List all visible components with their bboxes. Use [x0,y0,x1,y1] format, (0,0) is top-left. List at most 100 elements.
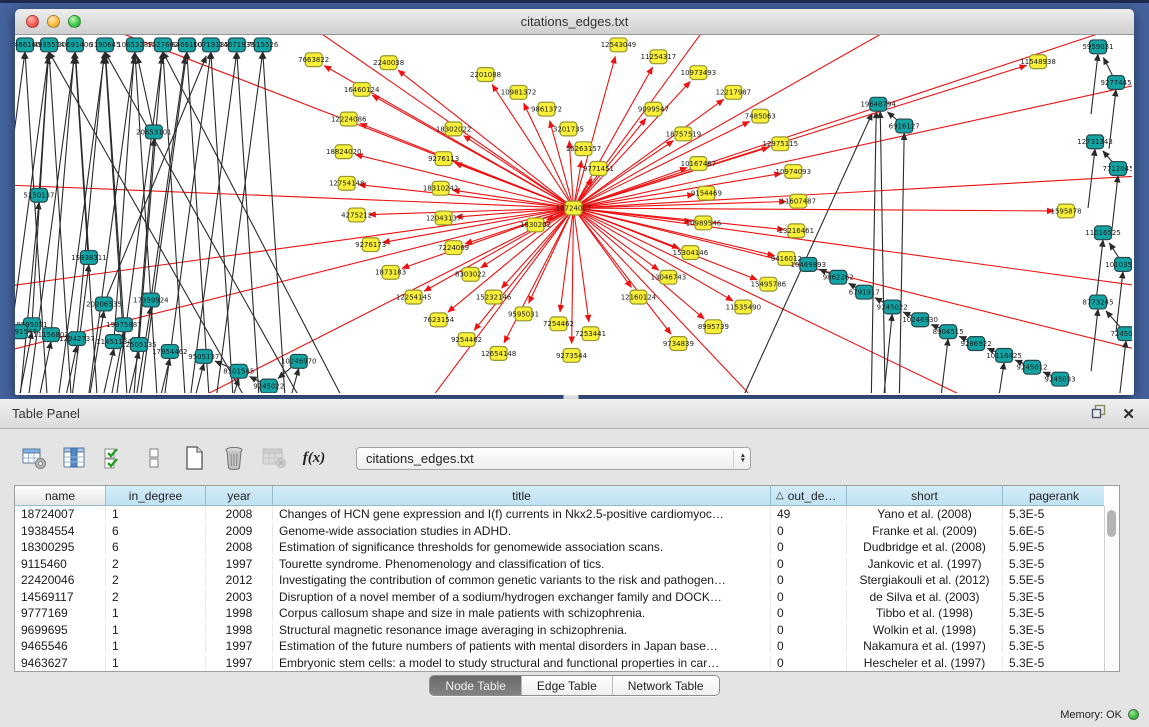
network-canvas[interactable]: 1872400722400381646012412224086188240201… [15,35,1132,393]
graph-node[interactable]: 1595878 [1051,204,1082,218]
graph-node[interactable]: 9505137 [188,349,219,363]
zoom-window-button[interactable] [68,15,81,28]
graph-node[interactable]: 9154469 [691,186,722,200]
graph-node[interactable]: 19975887 [106,318,141,332]
graph-node[interactable]: 6791917 [849,285,880,299]
graph-node[interactable]: 3201735 [553,122,584,136]
graph-node[interactable]: 11535490 [726,300,761,314]
graph-node[interactable]: 5959031 [1082,40,1113,54]
graph-edge[interactable] [263,52,288,393]
graph-node[interactable]: 9861372 [531,102,562,116]
table-row[interactable]: 977716911998Corpus callosum shape and si… [15,605,1104,622]
graph-node[interactable]: 10981372 [501,85,536,99]
table-mode-icon[interactable] [20,444,48,472]
graph-node[interactable]: 13216461 [779,224,814,238]
graph-edge[interactable] [1119,341,1126,393]
graph-edge[interactable] [574,208,1133,361]
graph-node[interactable]: 12160124 [621,290,657,304]
graph-edge[interactable] [208,52,263,393]
graph-node[interactable]: 5150137 [23,188,54,202]
graph-node[interactable]: 9595031 [508,307,539,321]
column-header-year[interactable]: year [206,486,273,506]
network-svg[interactable]: 1872400722400381646012412224086188240201… [15,35,1132,393]
delete-column-icon[interactable] [220,444,248,472]
vertical-scrollbar[interactable] [1104,506,1119,671]
graph-node[interactable]: 9273544 [556,348,588,362]
table-row[interactable]: 946362711997Embryonic stem cells: a mode… [15,655,1104,672]
graph-edge[interactable] [1091,54,1098,114]
graph-node[interactable]: 7253441 [575,327,606,341]
graph-node[interactable]: 10974093 [776,165,811,179]
graph-edge[interactable] [574,75,1133,209]
graph-node[interactable]: 12654148 [481,347,516,361]
graph-edge[interactable] [989,362,1004,393]
graph-edge[interactable] [163,52,375,393]
row-height-icon[interactable] [140,444,168,472]
tab-node-table[interactable]: Node Table [430,676,521,695]
graph-node[interactable]: 17359924 [133,293,169,307]
table-row[interactable]: 1872400712008Changes of HCN gene express… [15,506,1104,523]
float-panel-icon[interactable] [1091,404,1106,424]
graph-edge[interactable] [15,52,25,393]
graph-node[interactable]: 7712045 [1102,162,1132,176]
graph-node[interactable]: 7663822 [298,53,329,67]
graph-edge[interactable] [39,57,48,195]
row-select-icon[interactable] [100,444,128,472]
graph-node[interactable]: 7515526 [247,38,278,52]
graph-node[interactable]: 16263157 [566,142,601,156]
graph-node[interactable]: 1873183 [375,265,406,279]
table-row[interactable]: 946554611997Estimation of the future num… [15,638,1104,655]
graph-node[interactable]: 12754148 [329,176,364,190]
graph-node[interactable]: 9254462 [451,333,482,347]
graph-node[interactable]: 20653101 [136,125,171,139]
table-row[interactable]: 1830029562008Estimation of significance … [15,539,1104,556]
graph-edge[interactable] [492,84,573,208]
graph-node[interactable]: 9245022 [877,300,908,314]
graph-node[interactable]: 15232146 [476,290,511,304]
graph-node[interactable]: 10246970 [281,354,316,368]
column-header-pagerank[interactable]: pagerank [1003,486,1104,506]
graph-edge[interactable] [898,133,904,393]
column-header-short[interactable]: short [847,486,1003,506]
new-column-icon[interactable] [180,444,208,472]
graph-edge[interactable] [574,35,915,208]
graph-node[interactable]: 2240038 [373,56,404,70]
graph-node[interactable]: 13046743 [651,270,686,284]
table-row[interactable]: 2242004622012Investigating the contribut… [15,572,1104,589]
graph-node[interactable]: 18824020 [326,145,361,159]
graph-node[interactable]: 11016525 [1085,226,1120,240]
graph-node[interactable]: 20691406 [57,38,92,52]
graph-node[interactable]: 12254145 [396,290,431,304]
function-builder-icon[interactable]: f(x) [300,444,328,472]
scrollbar-thumb[interactable] [1107,510,1116,537]
graph-node[interactable]: 9734839 [663,337,694,351]
graph-node[interactable]: 12731343 [1077,135,1112,149]
graph-edge[interactable] [574,208,659,270]
graph-edge[interactable] [1091,309,1098,371]
close-window-button[interactable] [26,15,39,28]
graph-node[interactable]: 8773245 [1082,295,1113,309]
graph-node[interactable]: 11254317 [641,50,676,64]
graph-edge[interactable] [114,57,134,342]
graph-node[interactable]: 19648794 [860,97,896,111]
graph-node[interactable]: 7485063 [745,109,776,123]
column-header-name[interactable]: name [15,486,106,506]
graph-edge[interactable] [129,139,154,393]
graph-node[interactable]: 12217987 [716,85,751,99]
graph-node[interactable]: 6916127 [889,119,920,133]
memory-status-icon[interactable] [1128,709,1139,720]
table-row[interactable]: 1456911722003Disruption of a novel membe… [15,589,1104,606]
graph-edge[interactable] [137,56,153,131]
graph-node[interactable]: 7254462 [543,317,574,331]
graph-node[interactable]: 11548938 [1020,55,1055,69]
graph-node[interactable]: 7245012 [1110,327,1132,341]
table-row[interactable]: 911546021997Tourette syndrome. Phenomeno… [15,556,1104,573]
graph-node[interactable]: 12543049 [601,38,636,52]
graph-edge[interactable] [76,57,89,258]
graph-edge[interactable] [187,52,212,393]
graph-edge[interactable] [89,348,114,393]
graph-edge[interactable] [106,57,124,325]
table-row[interactable]: 969969511998Structural magnetic resonanc… [15,622,1104,639]
table-row[interactable]: 1938455462009Genome-wide association stu… [15,523,1104,540]
graph-edge[interactable] [1116,271,1123,331]
